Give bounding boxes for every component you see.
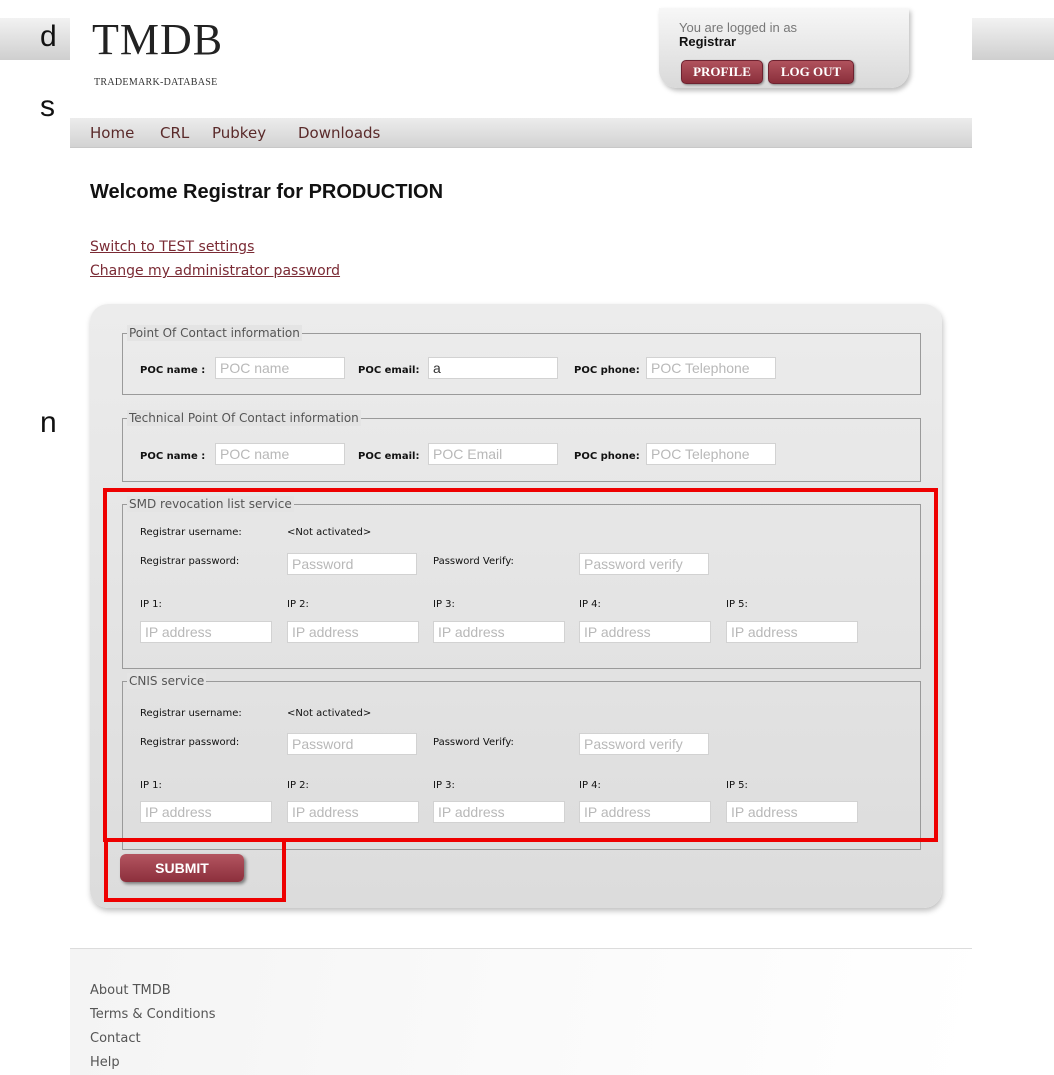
footer-help-link[interactable]: Help	[90, 1055, 120, 1070]
cnis-ip2-label: IP 2:	[287, 780, 309, 791]
poc-fieldset: Point Of Contact information POC name : …	[122, 325, 921, 395]
smd-ip2-input[interactable]	[287, 621, 419, 643]
logo-subtitle: TRADEMARK-DATABASE	[94, 77, 218, 88]
poc-email-label: POC email:	[358, 365, 420, 376]
nav-home[interactable]: Home	[90, 124, 134, 142]
smd-ip5-input[interactable]	[726, 621, 858, 643]
tech-poc-fieldset: Technical Point Of Contact information P…	[122, 410, 921, 482]
background-text: d s n	[0, 0, 70, 460]
cnis-ip2-input[interactable]	[287, 801, 419, 823]
poc-phone-label: POC phone:	[574, 365, 640, 376]
page: TMDB TRADEMARK-DATABASE You are logged i…	[70, 0, 972, 1075]
smd-ip3-input[interactable]	[433, 621, 565, 643]
footer-terms-link[interactable]: Terms & Conditions	[90, 1007, 216, 1022]
smd-verify-input[interactable]	[579, 553, 709, 575]
cnis-username-value: <Not activated>	[287, 708, 372, 719]
smd-password-input[interactable]	[287, 553, 417, 575]
cnis-legend: CNIS service	[127, 673, 207, 689]
settings-form: Point Of Contact information POC name : …	[90, 304, 942, 908]
smd-ip3-label: IP 3:	[433, 599, 455, 610]
poc-name-input[interactable]	[215, 357, 345, 379]
cnis-ip3-input[interactable]	[433, 801, 565, 823]
cnis-ip3-label: IP 3:	[433, 780, 455, 791]
smd-legend: SMD revocation list service	[127, 496, 294, 512]
cnis-verify-input[interactable]	[579, 733, 709, 755]
smd-fieldset: SMD revocation list service Registrar us…	[122, 496, 921, 669]
change-password-link[interactable]: Change my administrator password	[90, 263, 340, 279]
poc-legend: Point Of Contact information	[127, 325, 302, 341]
nav-pubkey[interactable]: Pubkey	[212, 124, 266, 142]
smd-ip1-label: IP 1:	[140, 599, 162, 610]
switch-test-link[interactable]: Switch to TEST settings	[90, 239, 254, 255]
footer: About TMDB Terms & Conditions Contact He…	[70, 948, 972, 1075]
logout-button[interactable]: LOG OUT	[768, 60, 854, 84]
background-letter: s	[40, 90, 55, 123]
logged-in-text: You are logged in as	[679, 20, 798, 35]
tech-poc-email-input[interactable]	[428, 443, 558, 465]
tech-poc-name-label: POC name :	[140, 451, 206, 462]
smd-verify-label: Password Verify:	[433, 556, 514, 567]
tech-poc-phone-input[interactable]	[646, 443, 776, 465]
nav-downloads[interactable]: Downloads	[298, 124, 380, 142]
profile-button[interactable]: PROFILE	[681, 60, 763, 84]
cnis-verify-label: Password Verify:	[433, 737, 514, 748]
submit-button[interactable]: SUBMIT	[120, 854, 244, 882]
smd-ip4-label: IP 4:	[579, 599, 601, 610]
cnis-password-label: Registrar password:	[140, 737, 240, 748]
background-strip-right	[972, 18, 1054, 60]
cnis-username-label: Registrar username:	[140, 708, 242, 719]
cnis-ip1-label: IP 1:	[140, 780, 162, 791]
tech-poc-name-input[interactable]	[215, 443, 345, 465]
cnis-password-input[interactable]	[287, 733, 417, 755]
poc-email-input[interactable]	[428, 357, 558, 379]
nav-crl[interactable]: CRL	[160, 124, 189, 142]
footer-contact-link[interactable]: Contact	[90, 1031, 141, 1046]
logo[interactable]: TMDB	[92, 18, 223, 62]
smd-ip1-input[interactable]	[140, 621, 272, 643]
header: TMDB TRADEMARK-DATABASE You are logged i…	[70, 0, 972, 119]
page-title: Welcome Registrar for PRODUCTION	[90, 181, 444, 203]
cnis-ip5-label: IP 5:	[726, 780, 748, 791]
smd-ip5-label: IP 5:	[726, 599, 748, 610]
footer-about-link[interactable]: About TMDB	[90, 983, 171, 998]
cnis-ip5-input[interactable]	[726, 801, 858, 823]
smd-password-label: Registrar password:	[140, 556, 240, 567]
background-letter: d	[40, 20, 57, 53]
smd-username-value: <Not activated>	[287, 527, 372, 538]
smd-username-label: Registrar username:	[140, 527, 242, 538]
poc-name-label: POC name :	[140, 365, 206, 376]
user-box: You are logged in as Registrar PROFILE L…	[659, 8, 909, 88]
cnis-fieldset: CNIS service Registrar username: <Not ac…	[122, 673, 921, 850]
poc-phone-input[interactable]	[646, 357, 776, 379]
username: Registrar	[679, 34, 737, 49]
smd-ip2-label: IP 2:	[287, 599, 309, 610]
tech-poc-email-label: POC email:	[358, 451, 420, 462]
tech-poc-phone-label: POC phone:	[574, 451, 640, 462]
cnis-ip4-input[interactable]	[579, 801, 711, 823]
smd-ip4-input[interactable]	[579, 621, 711, 643]
cnis-ip1-input[interactable]	[140, 801, 272, 823]
nav-bar: Home CRL Pubkey Downloads	[70, 118, 972, 148]
background-letter: n	[40, 406, 57, 439]
tech-poc-legend: Technical Point Of Contact information	[127, 410, 361, 426]
cnis-ip4-label: IP 4:	[579, 780, 601, 791]
